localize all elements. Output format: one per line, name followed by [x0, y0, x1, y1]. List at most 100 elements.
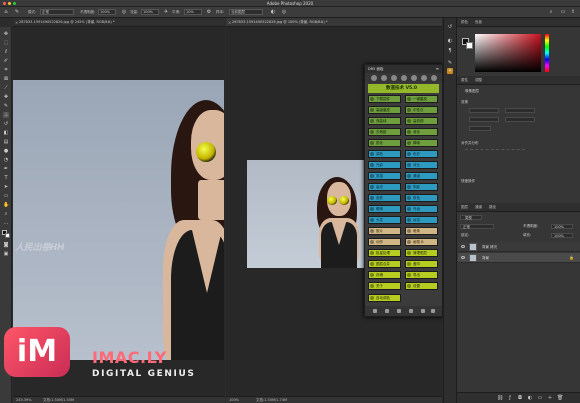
- plugin-button[interactable]: 关于: [368, 282, 401, 290]
- eraser-tool-icon[interactable]: ◧: [3, 130, 9, 136]
- plugin-button[interactable]: 对比: [405, 161, 438, 169]
- pressure-opacity-icon[interactable]: ◎: [121, 9, 127, 15]
- workspace-icon[interactable]: ▭: [560, 9, 566, 15]
- document-tab-1[interactable]: × 287833-1591490522826.jpg @ 245% (背景, R…: [13, 18, 225, 27]
- crop-tool-icon[interactable]: ⌗: [3, 67, 9, 73]
- tab-channels[interactable]: 通道: [475, 205, 482, 210]
- plugin-tool-icon[interactable]: [391, 75, 397, 81]
- screen-mode-icon[interactable]: ▣: [3, 251, 9, 257]
- plugin-button[interactable]: 通道: [405, 172, 438, 180]
- visibility-eye-icon[interactable]: [461, 256, 465, 259]
- x-field[interactable]: [469, 117, 499, 122]
- plugin-panel-icon[interactable]: ✦: [447, 68, 453, 74]
- footer-icon[interactable]: [409, 309, 413, 313]
- plugin-button[interactable]: 胶片: [368, 227, 401, 235]
- plugin-button[interactable]: 锐化: [368, 139, 401, 147]
- share-icon[interactable]: ⇪: [570, 9, 576, 15]
- plugin-button[interactable]: 肤色: [405, 194, 438, 202]
- visibility-eye-icon[interactable]: [461, 245, 465, 248]
- plugin-button[interactable]: 眼睛: [368, 205, 401, 213]
- search-icon[interactable]: ⌕: [548, 9, 554, 15]
- home-icon[interactable]: ⌂: [3, 9, 9, 15]
- brush-panel-icon[interactable]: ✎: [447, 60, 453, 66]
- width-field[interactable]: [469, 108, 499, 113]
- tab-color[interactable]: 颜色: [461, 20, 468, 25]
- hue-slider[interactable]: [545, 34, 549, 72]
- color-picker-field[interactable]: [475, 34, 541, 72]
- path-select-tool-icon[interactable]: ➤: [3, 184, 9, 190]
- fill-field[interactable]: 100%: [551, 233, 573, 238]
- blend-mode-select[interactable]: 正常: [460, 224, 494, 229]
- layer-row[interactable]: 背景 拷贝: [458, 242, 580, 252]
- plugin-button[interactable]: 画笔 B: [405, 238, 438, 246]
- more-tools-icon[interactable]: …: [3, 220, 9, 226]
- height-field[interactable]: [505, 108, 535, 113]
- plugin-button[interactable]: 自动调色: [368, 294, 401, 302]
- plugin-tool-icon[interactable]: [431, 75, 437, 81]
- history-panel-icon[interactable]: ↺: [447, 24, 453, 30]
- zoom-level[interactable]: 245.39%: [16, 398, 32, 402]
- move-tool-icon[interactable]: ✥: [3, 31, 9, 37]
- plugin-tool-icon[interactable]: [381, 75, 387, 81]
- zoom-level[interactable]: 100%: [229, 398, 239, 402]
- plugin-button[interactable]: 盖印: [405, 260, 438, 268]
- close-tab-icon[interactable]: ×: [228, 20, 231, 25]
- marquee-tool-icon[interactable]: ⬚: [3, 40, 9, 46]
- plugin-button[interactable]: 牙齿: [405, 205, 438, 213]
- plugin-button[interactable]: 导出: [405, 271, 438, 279]
- footer-icon[interactable]: [373, 309, 377, 313]
- footer-icon[interactable]: [385, 309, 389, 313]
- healing-brush-tool-icon[interactable]: ✚: [3, 94, 9, 100]
- shape-tool-icon[interactable]: ▭: [3, 193, 9, 199]
- tab-properties[interactable]: 属性: [461, 78, 468, 83]
- plugin-button[interactable]: 去瑕疵: [368, 128, 401, 136]
- plugin-button[interactable]: 设置: [405, 282, 438, 290]
- plugin-button[interactable]: 阴影: [405, 183, 438, 191]
- footer-icon[interactable]: [397, 309, 401, 313]
- plugin-button[interactable]: 一键磨皮: [405, 95, 438, 103]
- layer-row-selected[interactable]: 背景 🔒: [458, 253, 580, 263]
- mode-select[interactable]: 正常: [40, 9, 74, 15]
- ignore-adjustment-icon[interactable]: ◐: [270, 9, 276, 15]
- plugin-tool-icon[interactable]: [401, 75, 407, 81]
- plugin-button[interactable]: 质感: [368, 172, 401, 180]
- tab-layers[interactable]: 图层: [461, 205, 468, 210]
- layer-opacity-field[interactable]: 100%: [551, 224, 573, 229]
- footer-icon[interactable]: [421, 309, 425, 313]
- group-icon[interactable]: ▭: [537, 395, 543, 401]
- plugin-button[interactable]: 液化: [405, 128, 438, 136]
- zoom-tool-icon[interactable]: ⌕: [3, 211, 9, 217]
- plugin-button[interactable]: 皮肤: [368, 194, 401, 202]
- history-brush-tool-icon[interactable]: ↺: [3, 121, 9, 127]
- plugin-tool-icon[interactable]: [411, 75, 417, 81]
- plugin-button[interactable]: 头发: [368, 216, 401, 224]
- plugin-button[interactable]: 高光: [368, 183, 401, 191]
- dodge-tool-icon[interactable]: ◔: [3, 157, 9, 163]
- brush-tool-icon[interactable]: ✎: [3, 103, 9, 109]
- plugin-button[interactable]: 双曲线: [368, 117, 401, 125]
- new-layer-icon[interactable]: +: [547, 395, 553, 401]
- trash-icon[interactable]: 🗑: [557, 395, 563, 401]
- quick-mask-icon[interactable]: ◙: [3, 242, 9, 248]
- fx-icon[interactable]: ƒ: [507, 395, 513, 401]
- hand-tool-icon[interactable]: ✋: [3, 202, 9, 208]
- plugin-button[interactable]: 动作: [368, 238, 401, 246]
- blur-tool-icon[interactable]: ●: [3, 148, 9, 154]
- pressure-size-icon[interactable]: ◎: [281, 9, 287, 15]
- plugin-button[interactable]: 中性灰: [405, 106, 438, 114]
- sample-select[interactable]: 当前图层: [229, 9, 263, 15]
- adjustment-layer-icon[interactable]: ◐: [527, 395, 533, 401]
- plugin-button[interactable]: 调色: [368, 150, 401, 158]
- close-tab-icon[interactable]: ×: [15, 20, 18, 25]
- angle-field[interactable]: [469, 126, 491, 131]
- airbrush-icon[interactable]: ✈: [163, 9, 169, 15]
- footer-icon[interactable]: [431, 309, 435, 313]
- plugin-button[interactable]: 下载插件: [368, 95, 401, 103]
- plugin-button[interactable]: 光影: [368, 161, 401, 169]
- opacity-field[interactable]: 100%: [98, 9, 116, 15]
- plugin-tool-icon[interactable]: [421, 75, 427, 81]
- plugin-button[interactable]: 高低频: [405, 117, 438, 125]
- plugin-tool-icon[interactable]: [371, 75, 377, 81]
- paragraph-panel-icon[interactable]: ¶: [447, 48, 453, 54]
- plugin-button[interactable]: 暗角: [405, 227, 438, 235]
